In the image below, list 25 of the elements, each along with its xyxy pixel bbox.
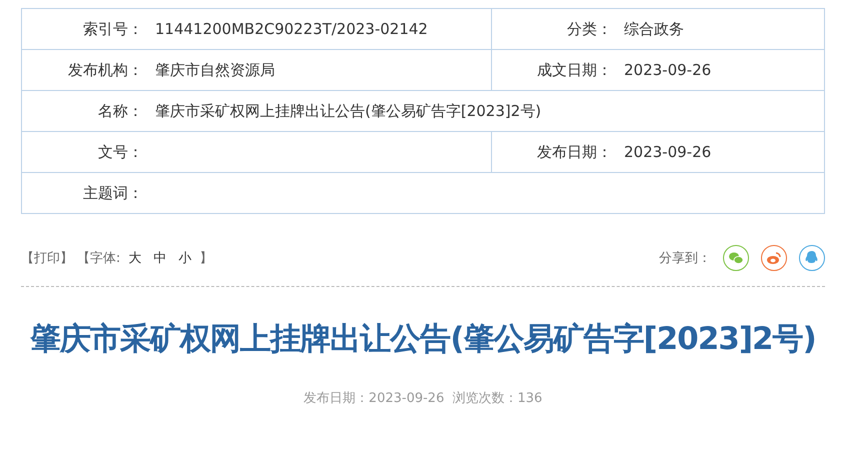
field-value: 11441200MB2C90223T/2023-02142 (147, 9, 492, 50)
field-label: 发布机构： (22, 50, 147, 91)
font-size-link[interactable]: 小 (178, 249, 192, 267)
closing-bracket: 】 (199, 250, 212, 267)
field-label: 成文日期： (492, 50, 616, 91)
font-size-link[interactable]: 大 (128, 249, 142, 267)
article-title: 肇庆市采矿权网上挂牌出让公告(肇公易矿告字[2023]2号) (29, 320, 817, 359)
field-label: 名称： (22, 91, 147, 132)
field-value: 2023-09-26 (616, 132, 825, 173)
article-meta: 发布日期：2023-09-26 浏览次数：136 (302, 390, 544, 407)
font-size-link[interactable]: 中 (153, 249, 166, 267)
penguin-icon[interactable] (799, 245, 825, 271)
field-value: 2023-09-26 (616, 50, 825, 91)
field-value: 肇庆市自然资源局 (147, 50, 492, 91)
field-value: 综合政务 (616, 9, 825, 50)
share-label: 分享到： (659, 250, 711, 267)
field-label: 分类： (492, 9, 616, 50)
field-label: 索引号： (22, 9, 147, 50)
chat-bubbles-icon[interactable] (723, 245, 749, 271)
print-link[interactable]: 【打印】 (21, 249, 73, 267)
field-label: 文号： (22, 132, 147, 173)
field-label: 主题词： (22, 173, 147, 214)
field-value: 肇庆市采矿权网上挂牌出让公告(肇公易矿告字[2023]2号) (147, 91, 825, 132)
font-size-label: 【字体: (77, 250, 120, 267)
field-label: 发布日期： (492, 132, 616, 173)
